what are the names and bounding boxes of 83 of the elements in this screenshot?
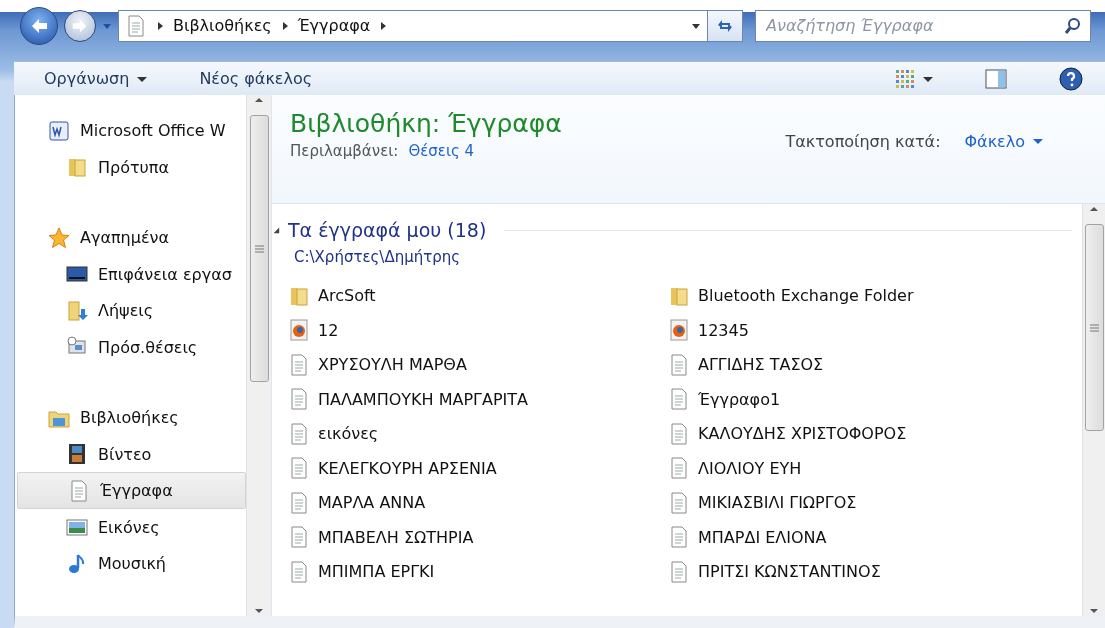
sidebar-item[interactable]: Πρόσ.θέσεις bbox=[15, 329, 246, 366]
document-icon bbox=[668, 560, 690, 583]
sidebar-item[interactable]: Επιφάνεια εργασ bbox=[15, 256, 246, 293]
word-document-icon bbox=[48, 119, 70, 142]
document-icon bbox=[288, 422, 310, 445]
organize-menu-button[interactable]: Οργάνωση bbox=[42, 65, 150, 92]
breadcrumb[interactable]: Έγγραφα bbox=[297, 16, 371, 36]
file-item[interactable]: ΠΡΙΤΣΙ ΚΩΝΣΤΑΝΤΙΝΟΣ bbox=[668, 554, 1048, 589]
sidebar-group[interactable]: Αγαπημένα bbox=[15, 219, 246, 256]
new-folder-button[interactable]: Νέος φάκελος bbox=[197, 65, 315, 92]
file-item[interactable]: ΜΑΡΛΑ ΑΝΝΑ bbox=[288, 485, 668, 520]
file-item[interactable]: 12345 bbox=[668, 313, 1048, 348]
file-item[interactable]: ΚΑΛΟΥΔΗΣ ΧΡΙΣΤΟΦΟΡΟΣ bbox=[668, 416, 1048, 451]
document-icon bbox=[125, 14, 147, 37]
sidebar-item[interactable]: Βίντεο bbox=[15, 436, 246, 473]
file-item[interactable]: ΜΠΙΜΠΑ ΕΡΓΚΙ bbox=[288, 554, 668, 589]
document-icon bbox=[288, 560, 310, 583]
scroll-thumb[interactable] bbox=[1084, 224, 1104, 432]
arrange-dropdown[interactable]: Φάκελο bbox=[962, 128, 1045, 155]
address-bar[interactable]: Βιβλιοθήκες Έγγραφα bbox=[118, 9, 708, 42]
search-field[interactable]: Αναζήτηση Έγγραφα bbox=[755, 9, 1091, 42]
library-title: Βιβλιοθήκη: Έγγραφα bbox=[290, 109, 562, 139]
refresh-button[interactable] bbox=[707, 9, 743, 42]
search-input[interactable]: Αναζήτηση Έγγραφα bbox=[764, 15, 1064, 37]
sidebar-item[interactable]: Εικόνες bbox=[15, 509, 246, 546]
file-item[interactable]: 12 bbox=[288, 313, 668, 348]
file-item[interactable]: Bluetooth Exchange Folder bbox=[668, 278, 1048, 313]
folder-path-link[interactable]: C:\Χρήστες\Δημήτρης bbox=[294, 248, 461, 267]
file-item[interactable]: εικόνες bbox=[288, 416, 668, 451]
group-header[interactable]: Τα έγγραφά μου (18) bbox=[288, 219, 487, 242]
sidebar-group[interactable]: Βιβλιοθήκες bbox=[15, 399, 246, 436]
locations-link[interactable]: Θέσεις 4 bbox=[408, 142, 475, 161]
file-item[interactable]: ΑΓΓΙΔΗΣ ΤΑΣΟΣ bbox=[668, 347, 1048, 382]
search-icon bbox=[1064, 16, 1082, 35]
sidebar-item[interactable]: Πρότυπα bbox=[15, 149, 246, 186]
document-icon bbox=[668, 388, 690, 411]
browser-icon bbox=[668, 319, 690, 342]
document-icon bbox=[668, 491, 690, 514]
star-icon bbox=[48, 226, 70, 249]
sidebar-group[interactable]: Microsoft Office W bbox=[15, 112, 246, 149]
forward-button[interactable] bbox=[64, 9, 96, 42]
back-button[interactable] bbox=[20, 6, 58, 45]
file-item[interactable]: ΠΑΛΑΜΠΟΥΚΗ ΜΑΡΓΑΡΙΤΑ bbox=[288, 382, 668, 417]
breadcrumb[interactable]: Βιβλιοθήκες bbox=[173, 16, 272, 36]
file-item[interactable]: ΜΠΑΡΔΙ ΕΛΙΟΝΑ bbox=[668, 520, 1048, 555]
document-icon bbox=[288, 457, 310, 480]
caret-icon bbox=[1033, 136, 1043, 147]
document-icon bbox=[68, 479, 90, 502]
file-item[interactable]: ArcSoft bbox=[288, 278, 668, 313]
document-icon bbox=[288, 491, 310, 514]
picture-icon bbox=[66, 516, 88, 539]
download-folder-icon bbox=[66, 299, 88, 322]
scroll-down-icon bbox=[1089, 606, 1099, 616]
browser-icon bbox=[288, 319, 310, 342]
help-icon bbox=[1059, 66, 1083, 91]
document-icon bbox=[668, 457, 690, 480]
document-icon bbox=[668, 353, 690, 376]
includes-label: Περιλαμβάνει: bbox=[290, 142, 399, 161]
film-icon bbox=[66, 443, 88, 466]
file-item[interactable]: ΧΡΥΣΟΥΛΗ ΜΑΡΘΑ bbox=[288, 347, 668, 382]
file-item[interactable]: Έγγραφο1 bbox=[668, 382, 1048, 417]
file-item[interactable]: ΚΕΛΕΓΚΟΥΡΗ ΑΡΣΕΝΙΑ bbox=[288, 451, 668, 486]
scroll-thumb[interactable] bbox=[249, 115, 269, 383]
grid-view-icon bbox=[895, 68, 915, 89]
arrange-label: Τακτοποίηση κατά: bbox=[785, 132, 941, 151]
scroll-down-icon bbox=[254, 606, 264, 616]
document-icon bbox=[668, 422, 690, 445]
sidebar-item[interactable]: Μουσική bbox=[15, 545, 246, 582]
breadcrumb-arrow-icon bbox=[155, 20, 165, 31]
document-icon bbox=[288, 526, 310, 549]
file-list-scrollbar[interactable] bbox=[1082, 204, 1105, 616]
pane-icon bbox=[985, 68, 1007, 89]
sidebar-scrollbar[interactable] bbox=[246, 95, 271, 616]
file-item[interactable]: ΜΙΚΙΑΣΒΙΛΙ ΓΙΩΡΓΟΣ bbox=[668, 485, 1048, 520]
folder-icon bbox=[66, 156, 88, 179]
document-icon bbox=[288, 388, 310, 411]
file-item[interactable]: ΜΠΑΒΕΛΗ ΣΩΤΗΡΙΑ bbox=[288, 520, 668, 555]
sidebar-item[interactable]: Λήψεις bbox=[15, 292, 246, 329]
file-item[interactable]: ΛΙΟΛΙΟΥ ΕΥΗ bbox=[668, 451, 1048, 486]
sidebar-item[interactable]: Έγγραφα bbox=[17, 472, 246, 509]
document-icon bbox=[288, 353, 310, 376]
document-icon bbox=[668, 526, 690, 549]
collapse-arrow-icon bbox=[272, 226, 280, 235]
